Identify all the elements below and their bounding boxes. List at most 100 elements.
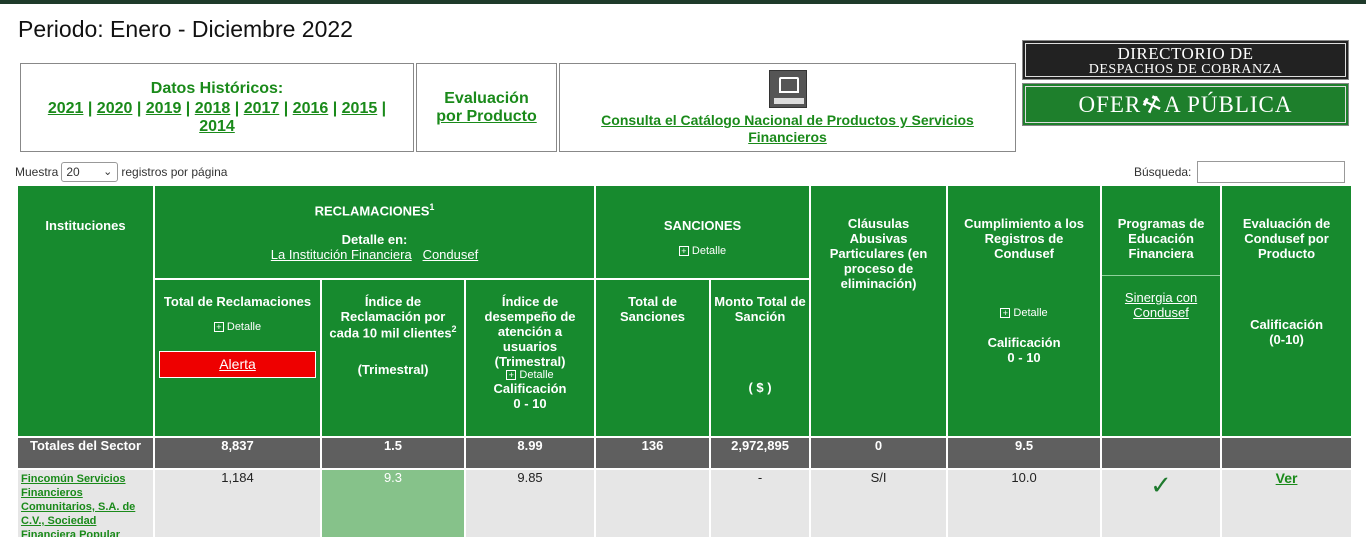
year-link-2014[interactable]: 2014 [199,118,235,135]
cumplimiento-calificacion: Calificación [987,335,1061,350]
cumplimiento-detalle[interactable]: + Detalle [958,307,1090,319]
plus-icon: + [678,246,689,257]
plus-icon: + [213,322,224,333]
total-reclamaciones-title: Total de Reclamaciones [163,294,312,309]
page-size-control: Muestra 20 ⌄ registros por página [15,162,227,182]
totals-evaluacion [1220,436,1354,470]
row-monto: - [709,468,812,537]
checkmark-icon: ✓ [1150,470,1172,500]
header-total-sanciones[interactable]: Total de Sanciones [594,278,712,438]
indice-sup: 2 [451,324,457,334]
header-clausulas[interactable]: Cláusulas Abusivas Particulares (en proc… [809,184,949,438]
totals-cumplimiento: 9.5 [946,436,1103,470]
sinergia-link[interactable]: Sinergia con Condusef [1125,290,1197,320]
year-link-2021[interactable]: 2021 [48,100,84,117]
totals-indice: 1.5 [320,436,466,470]
evaluation-link[interactable]: Evaluación por Producto [417,90,556,126]
page-size-select[interactable]: 20 ⌄ [61,162,119,182]
evaluacion-calificacion: Calificación [1250,317,1324,332]
catalog-box: Consulta el Catálogo Nacional de Product… [559,63,1016,152]
year-link-2018[interactable]: 2018 [195,100,231,117]
table-row: Fincomún Servicios Financieros Comunitar… [16,468,1354,537]
header-total-reclamaciones: Total de Reclamaciones + Detalle Alerta [153,278,322,438]
year-link-2016[interactable]: 2016 [293,100,329,117]
year-link-2019[interactable]: 2019 [146,100,182,117]
evaluacion-rango: (0-10) [1269,332,1304,347]
cumplimiento-title: Cumplimiento a los Registros de Condusef [964,216,1084,261]
link-condusef[interactable]: Condusef [423,247,479,262]
row-cumplimiento: 10.0 [946,468,1103,537]
row-desempeno: 9.85 [463,468,597,537]
directorio-line2: Despachos de Cobranza [1088,62,1283,77]
catalog-link[interactable]: Consulta el Catálogo Nacional de Product… [601,112,974,145]
programas-title: Programas de Educación Financiera [1102,216,1221,276]
muestra-label: Muestra [15,165,59,179]
page-title: Periodo: Enero - Diciembre 2022 [18,16,353,42]
indice-trimestral: (Trimestral) [357,362,429,378]
top-bar [0,0,1366,4]
totals-programas [1100,436,1223,470]
header-evaluacion: Evaluación de Condusef por Producto Cali… [1220,184,1354,438]
registros-label: registros por página [121,165,228,179]
historical-years: 2021 | 2020 | 2019 | 2018 | 2017 | 2016 … [47,100,387,135]
plus-icon: + [1000,308,1011,319]
sanciones-title: SANCIONES [663,218,742,233]
directorio-banner[interactable]: Directorio de Despachos de Cobranza [1022,40,1349,80]
alerta-button[interactable]: Alerta [159,351,316,378]
historical-data-box: Datos Históricos: 2021 | 2020 | 2019 | 2… [20,63,414,152]
directorio-line1: Directorio de [1117,44,1254,63]
reclamaciones-title: RECLAMACIONES [314,203,430,219]
reclamaciones-sup: 1 [429,202,435,212]
total-reclamaciones-detalle[interactable]: + Detalle [157,321,318,333]
oferta-publica-banner[interactable]: OFER⚒A PÚBLICA [1022,83,1349,126]
gavel-icon: ⚒ [1138,89,1167,120]
oferta-text-b: A PÚBLICA [1164,92,1293,117]
header-programas: Programas de Educación Financiera Sinerg… [1100,184,1223,438]
row-sanciones [594,468,712,537]
plus-icon: + [506,370,517,381]
totals-reclamaciones: 8,837 [153,436,322,470]
indice-reclamacion-title: Índice de Reclamación por cada 10 mil cl… [329,294,452,341]
indice-desempeno-detalle[interactable]: + Detalle [470,369,590,381]
evaluation-box: Evaluación por Producto [416,63,557,152]
year-link-2020[interactable]: 2020 [97,100,133,117]
catalog-book-icon[interactable] [768,70,807,108]
historical-title: Datos Históricos: [150,80,284,97]
cumplimiento-rango: 0 - 10 [1007,350,1041,365]
year-link-2015[interactable]: 2015 [342,100,378,117]
monto-pesos: ( $ ) [748,380,772,395]
oferta-text-a: OFER [1078,92,1142,117]
header-instituciones[interactable]: Instituciones [16,184,155,438]
year-link-2017[interactable]: 2017 [244,100,280,117]
page-size-value: 20 [66,165,80,179]
evaluacion-title: Evaluación de Condusef por Producto [1242,216,1331,261]
header-monto-total: Monto Total de Sanción ( $ ) [709,278,812,438]
detalle-en-label: Detalle en: [341,232,408,248]
evaluation-label: Evaluación [444,90,529,107]
row-indice: 9.3 [320,468,466,537]
indice-desempeno-title: Índice de desempeño de atención a usuari… [484,294,576,369]
chevron-down-icon: ⌄ [103,166,113,178]
search-label: Búsqueda: [1134,165,1192,179]
link-institucion-financiera[interactable]: La Institución Financiera [271,247,412,262]
totals-sanciones: 136 [594,436,712,470]
header-indice-desempeno: Índice de desempeño de atención a usuari… [463,278,597,438]
ver-link[interactable]: Ver [1276,470,1298,486]
search-input[interactable] [1197,161,1346,183]
totals-monto: 2,972,895 [709,436,812,470]
institution-link[interactable]: Fincomún Servicios Financieros Comunitar… [21,473,135,537]
institutions-table: Instituciones RECLAMACIONES1 Detalle en:… [16,184,1354,537]
monto-total-title: Monto Total de Sanción [714,294,806,324]
row-reclamaciones: 1,184 [153,468,322,537]
header-sanciones: SANCIONES + Detalle [594,184,812,280]
header-reclamaciones: RECLAMACIONES1 Detalle en: La Institució… [152,184,597,280]
totals-clausulas: 0 [809,436,949,470]
totals-label: Totales del Sector [16,436,155,470]
evaluation-link-text[interactable]: por Producto [436,108,536,125]
totals-desempeno: 8.99 [463,436,597,470]
header-cumplimiento: Cumplimiento a los Registros de Condusef… [946,184,1103,438]
search-control: Búsqueda: [1134,161,1346,183]
desempeno-rango: 0 - 10 [513,396,547,411]
desempeno-calificacion: Calificación [493,381,567,396]
sanciones-detalle[interactable]: + Detalle [596,245,809,257]
